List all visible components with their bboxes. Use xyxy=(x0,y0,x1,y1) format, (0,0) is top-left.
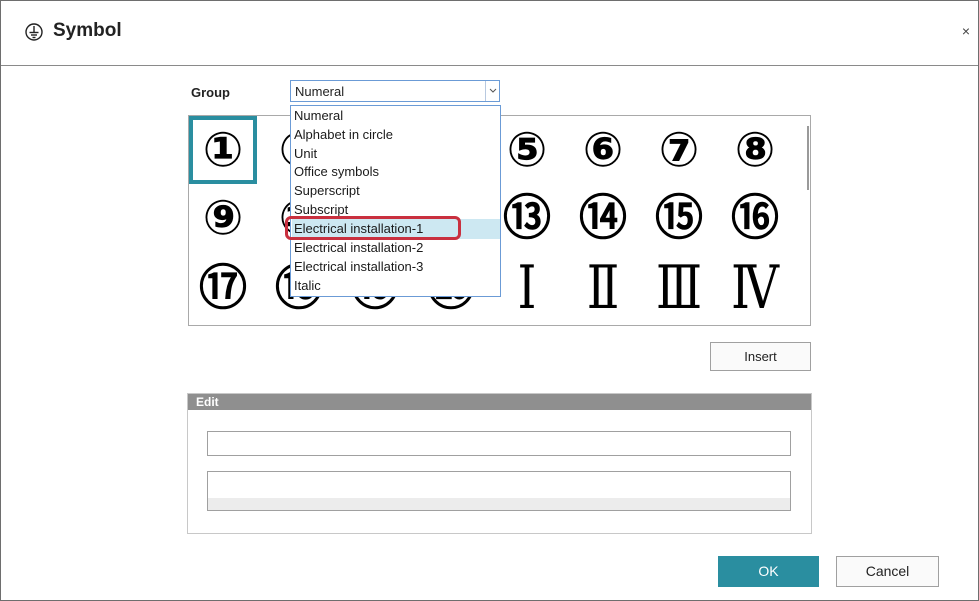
scrollbar-thumb[interactable] xyxy=(807,126,809,190)
dropdown-option[interactable]: Numeral xyxy=(294,106,343,125)
dropdown-option[interactable]: Electrical installation-3 xyxy=(294,257,423,276)
ok-button[interactable]: OK xyxy=(718,556,819,587)
symbol-cell[interactable]: ⑨ xyxy=(193,188,253,248)
dropdown-option[interactable]: Alphabet in circle xyxy=(294,125,393,144)
symbol-cell[interactable]: ⑯ xyxy=(725,188,785,248)
group-label: Group xyxy=(191,85,230,100)
edit-field-preview-bar xyxy=(208,498,790,510)
dropdown-option[interactable]: Superscript xyxy=(294,181,360,200)
dropdown-option[interactable]: Electrical installation-2 xyxy=(294,238,423,257)
dropdown-option[interactable]: Unit xyxy=(294,144,317,163)
earth-ground-icon xyxy=(25,23,43,41)
symbol-cell[interactable]: Ⅳ xyxy=(725,258,785,318)
group-select[interactable]: Numeral xyxy=(290,80,500,102)
chevron-down-icon[interactable] xyxy=(485,81,499,101)
highlight-callout xyxy=(285,216,461,240)
symbol-cell[interactable]: ⑬ xyxy=(497,188,557,248)
dropdown-option[interactable]: Italic xyxy=(294,276,321,295)
close-button[interactable]: × xyxy=(959,23,973,39)
edit-field-preview[interactable] xyxy=(207,471,791,511)
symbol-cell[interactable]: ⑤ xyxy=(497,120,557,180)
title-divider xyxy=(1,65,978,66)
dialog-title: Symbol xyxy=(53,20,122,41)
group-select-value: Numeral xyxy=(295,84,345,99)
symbol-cell[interactable]: Ⅰ xyxy=(497,258,557,318)
symbol-cell[interactable]: ① xyxy=(189,116,257,184)
symbol-cell[interactable]: ⑭ xyxy=(573,188,633,248)
symbol-cell[interactable]: Ⅱ xyxy=(573,258,633,318)
symbol-cell[interactable]: ⑰ xyxy=(193,258,253,318)
insert-button[interactable]: Insert xyxy=(710,342,811,371)
symbol-cell[interactable]: ⑦ xyxy=(649,120,709,180)
group-dropdown-list: Numeral Alphabet in circle Unit Office s… xyxy=(290,105,501,297)
edit-field-text[interactable] xyxy=(207,431,791,456)
cancel-button[interactable]: Cancel xyxy=(836,556,939,587)
title-bar: Symbol × xyxy=(1,1,978,65)
symbol-cell[interactable]: ⑮ xyxy=(649,188,709,248)
symbol-cell[interactable]: ⑧ xyxy=(725,120,785,180)
symbol-cell[interactable]: Ⅲ xyxy=(649,258,709,318)
edit-header-label: Edit xyxy=(196,395,219,409)
symbol-dialog: Symbol × Group Numeral ① ② ③ ④ ⑤ ⑥ ⑦ ⑧ ⑨… xyxy=(0,0,979,601)
dropdown-option[interactable]: Office symbols xyxy=(294,162,379,181)
edit-header: Edit xyxy=(188,394,811,410)
edit-section: Edit xyxy=(187,393,812,534)
symbol-cell[interactable]: ⑥ xyxy=(573,120,633,180)
